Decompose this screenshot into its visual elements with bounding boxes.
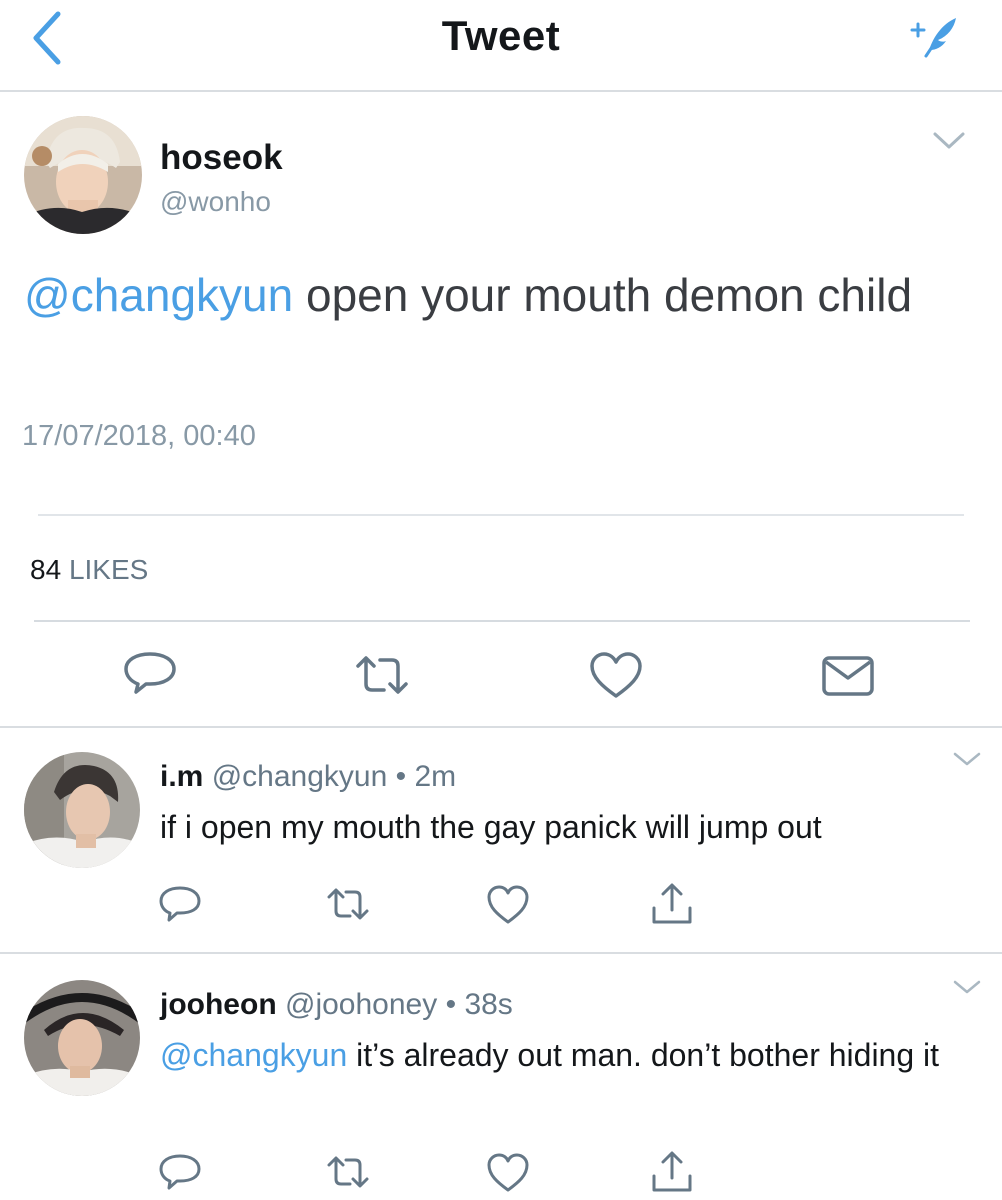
tweet-text: @changkyun open your mouth demon child bbox=[24, 264, 944, 326]
reply-header: i.m @changkyun • 2m bbox=[160, 760, 456, 794]
mention-link[interactable]: @changkyun bbox=[160, 1037, 347, 1073]
author-name[interactable]: hoseok bbox=[160, 138, 283, 178]
mention-link[interactable]: @changkyun bbox=[24, 269, 293, 321]
avatar[interactable] bbox=[24, 980, 140, 1096]
retweet-button[interactable] bbox=[326, 1150, 370, 1194]
like-button[interactable] bbox=[588, 650, 644, 700]
retweet-icon bbox=[327, 888, 369, 920]
reply-tweet[interactable]: jooheon @joohoney • 38s @changkyun it’s … bbox=[0, 956, 1002, 1200]
separator-dot: • bbox=[445, 988, 457, 1021]
tweet-action-bar bbox=[0, 1142, 1002, 1200]
tweet-body: it’s already out man. don’t bother hidin… bbox=[347, 1037, 940, 1073]
chevron-down-icon bbox=[953, 752, 981, 766]
reply-icon bbox=[159, 886, 201, 922]
reply-icon bbox=[124, 652, 176, 694]
share-button[interactable] bbox=[650, 1150, 694, 1194]
author-handle[interactable]: @joohoney bbox=[285, 988, 437, 1021]
page-title: Tweet bbox=[441, 12, 561, 59]
tweet-text: if i open my mouth the gay panick will j… bbox=[160, 806, 960, 848]
like-icon bbox=[487, 885, 529, 924]
likes-count: 84 bbox=[30, 554, 62, 585]
likes-stat[interactable]: 84 LIKES bbox=[30, 554, 148, 586]
avatar[interactable] bbox=[24, 116, 142, 234]
likes-label: LIKES bbox=[68, 554, 149, 585]
share-icon bbox=[652, 883, 692, 924]
divider bbox=[38, 514, 964, 516]
author-handle[interactable]: @changkyun bbox=[212, 760, 388, 793]
retweet-icon bbox=[327, 1156, 369, 1188]
separator-dot: • bbox=[395, 760, 407, 793]
tweet-action-bar bbox=[0, 622, 1002, 726]
tweet-body: open your mouth demon child bbox=[293, 269, 913, 321]
reply-button[interactable] bbox=[158, 882, 202, 926]
relative-time: 2m bbox=[414, 760, 457, 793]
chevron-down-icon bbox=[933, 132, 965, 149]
retweet-icon bbox=[356, 656, 408, 694]
retweet-button[interactable] bbox=[354, 650, 410, 700]
reply-header: jooheon @joohoney • 38s bbox=[160, 988, 513, 1022]
author-name[interactable]: i.m bbox=[160, 760, 203, 793]
user-avatar-image bbox=[24, 116, 142, 234]
relative-time: 38s bbox=[464, 988, 513, 1021]
main-tweet: hoseok @wonho @changkyun open your mouth… bbox=[0, 92, 1002, 728]
user-avatar-image bbox=[24, 752, 140, 868]
like-button[interactable] bbox=[486, 882, 530, 926]
reply-tweet[interactable]: i.m @changkyun • 2m if i open my mouth t… bbox=[0, 728, 1002, 954]
direct-message-icon bbox=[822, 656, 874, 696]
chevron-down-icon bbox=[953, 980, 981, 994]
tweet-action-bar bbox=[0, 874, 1002, 938]
tweet-options-button[interactable] bbox=[952, 750, 982, 768]
tweet-options-button[interactable] bbox=[952, 978, 982, 996]
like-button[interactable] bbox=[486, 1150, 530, 1194]
retweet-button[interactable] bbox=[326, 882, 370, 926]
compose-tweet-icon bbox=[910, 18, 956, 58]
direct-message-button[interactable] bbox=[820, 650, 876, 700]
tweet-body: if i open my mouth the gay panick will j… bbox=[160, 809, 822, 845]
author-name[interactable]: jooheon bbox=[160, 988, 277, 1021]
author-handle[interactable]: @wonho bbox=[160, 186, 271, 218]
tweet-timestamp: 17/07/2018, 00:40 bbox=[22, 420, 256, 452]
like-icon bbox=[487, 1153, 529, 1192]
like-icon bbox=[590, 652, 642, 698]
top-navigation-bar: Tweet bbox=[0, 0, 1002, 92]
tweet-text: @changkyun it’s already out man. don’t b… bbox=[160, 1034, 960, 1076]
share-icon bbox=[652, 1151, 692, 1192]
avatar[interactable] bbox=[24, 752, 140, 868]
compose-tweet-button[interactable] bbox=[908, 14, 960, 58]
reply-button[interactable] bbox=[158, 1150, 202, 1194]
reply-icon bbox=[159, 1154, 201, 1190]
share-button[interactable] bbox=[650, 882, 694, 926]
user-avatar-image bbox=[24, 980, 140, 1096]
tweet-options-button[interactable] bbox=[932, 130, 966, 152]
reply-button[interactable] bbox=[122, 650, 178, 700]
